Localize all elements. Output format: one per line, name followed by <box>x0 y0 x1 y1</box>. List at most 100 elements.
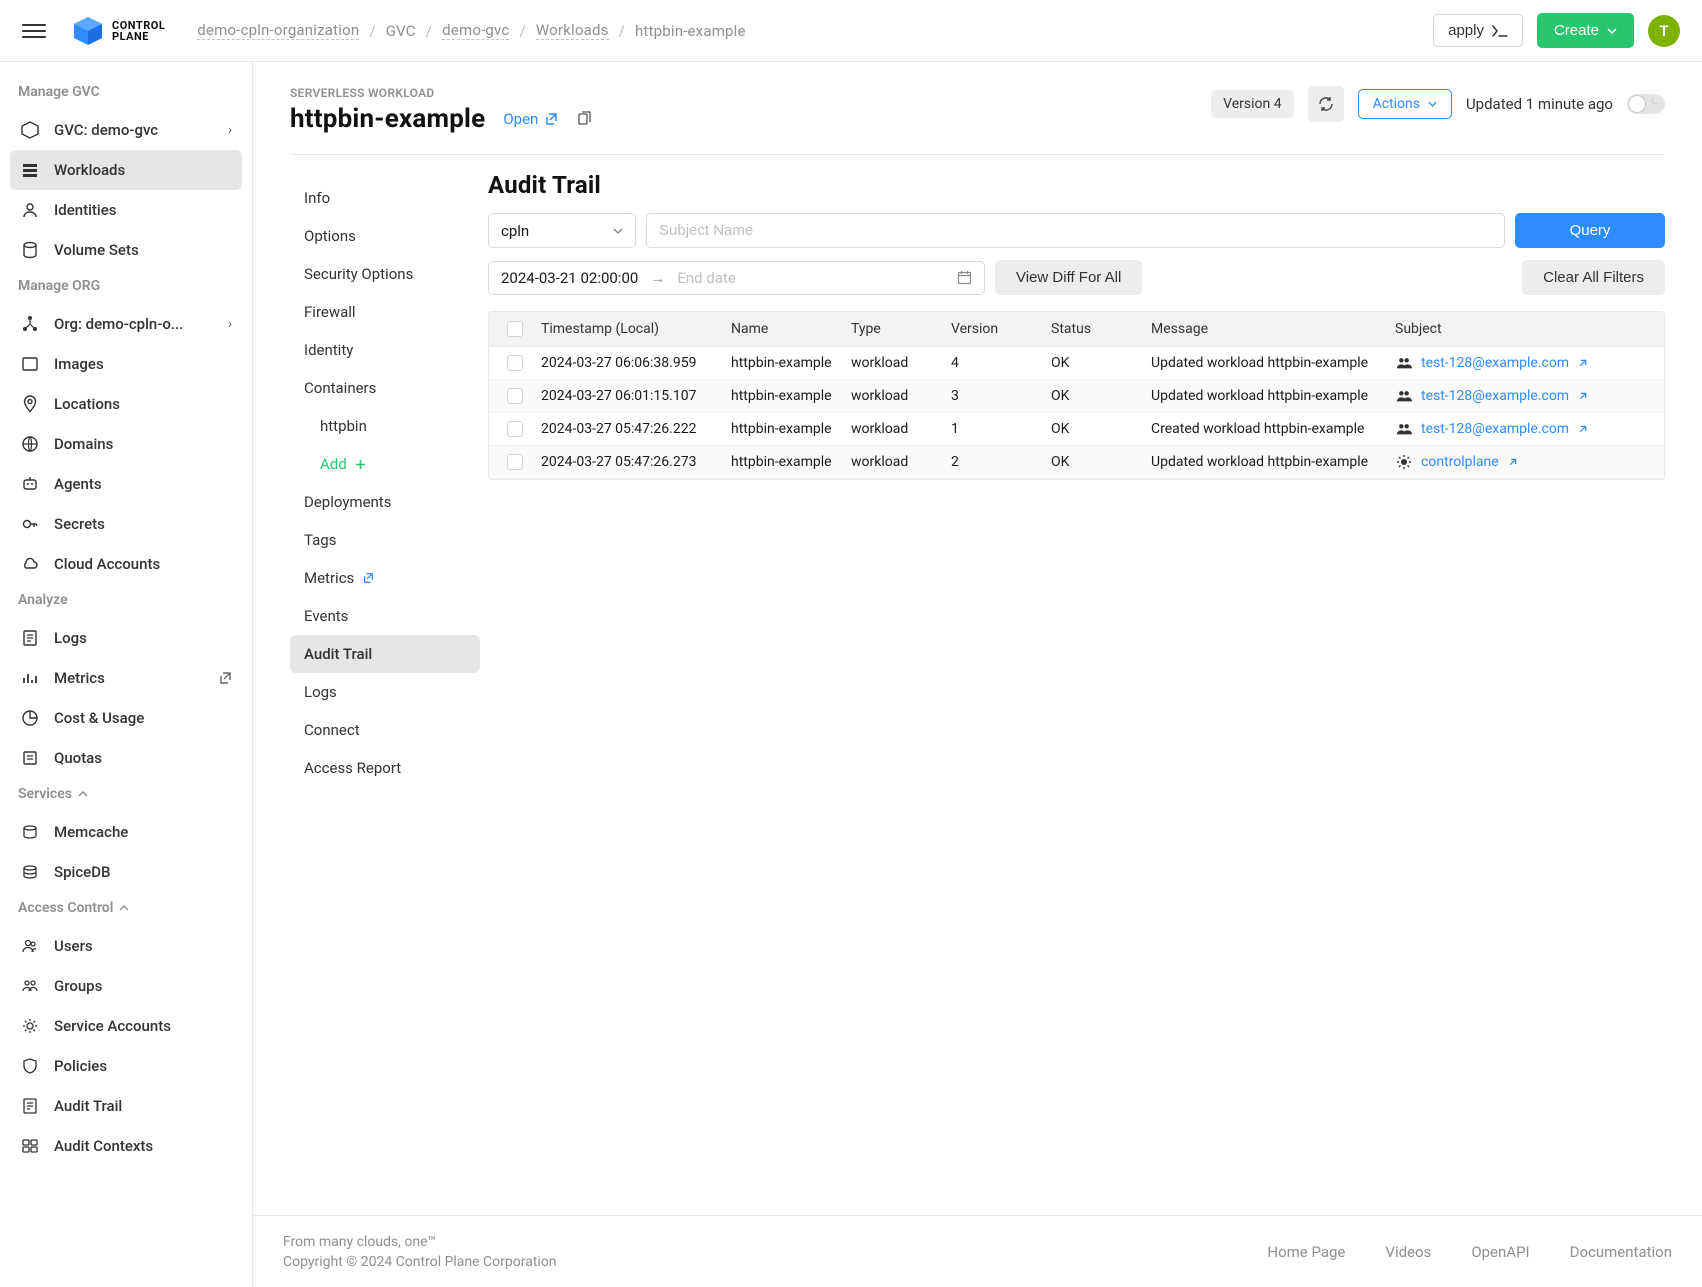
subject-link[interactable]: controlplane <box>1421 454 1499 470</box>
row-checkbox[interactable] <box>507 355 523 371</box>
sidebar-item-audit-trail[interactable]: Audit Trail <box>10 1086 242 1126</box>
footer-link-docs[interactable]: Documentation <box>1570 1243 1672 1261</box>
subject-link[interactable]: test-128@example.com <box>1421 355 1569 371</box>
col-subject[interactable]: Subject <box>1389 321 1652 337</box>
toggle-off-icon: ⏾ <box>1651 96 1659 107</box>
breadcrumb-workloads[interactable]: Workloads <box>536 21 609 40</box>
view-diff-button[interactable]: View Diff For All <box>995 260 1142 295</box>
row-checkbox[interactable] <box>507 388 523 404</box>
logo-text: CONTROL PLANE <box>112 20 165 42</box>
external-link-icon[interactable] <box>1577 358 1588 369</box>
logo[interactable]: CONTROL PLANE <box>72 15 165 47</box>
col-type[interactable]: Type <box>845 321 945 337</box>
col-version[interactable]: Version <box>945 321 1045 337</box>
subnav-events[interactable]: Events <box>290 597 480 635</box>
subnav-containers[interactable]: Containers <box>290 369 480 407</box>
create-button[interactable]: Create <box>1537 13 1634 48</box>
external-link-icon[interactable] <box>1507 457 1518 468</box>
subject-link[interactable]: test-128@example.com <box>1421 421 1569 437</box>
hamburger-icon[interactable] <box>22 19 46 43</box>
sidebar-section-services[interactable]: Services <box>10 778 242 812</box>
cell-name: httpbin-example <box>725 388 845 404</box>
subject-name-input[interactable] <box>646 213 1505 248</box>
sidebar-item-locations[interactable]: Locations <box>10 384 242 424</box>
subnav-logs[interactable]: Logs <box>290 673 480 711</box>
subnav-tags[interactable]: Tags <box>290 521 480 559</box>
row-checkbox[interactable] <box>507 421 523 437</box>
sidebar-item-cloud-accounts[interactable]: Cloud Accounts <box>10 544 242 584</box>
actions-button[interactable]: Actions <box>1358 89 1452 119</box>
sidebar-item-gvc[interactable]: GVC: demo-gvc › <box>10 110 242 150</box>
topbar: CONTROL PLANE demo-cpln-organization / G… <box>0 0 1702 62</box>
select-all-checkbox[interactable] <box>507 321 523 337</box>
sidebar-item-metrics[interactable]: Metrics <box>10 658 242 698</box>
subnav-add-container[interactable]: Add <box>290 445 480 483</box>
col-timestamp[interactable]: Timestamp (Local) <box>535 321 725 337</box>
sidebar-item-audit-contexts[interactable]: Audit Contexts <box>10 1126 242 1166</box>
col-status[interactable]: Status <box>1045 321 1145 337</box>
date-start-value: 2024-03-21 02:00:00 <box>501 269 638 287</box>
table-row[interactable]: 2024-03-27 05:47:26.273httpbin-examplewo… <box>489 446 1664 479</box>
sidebar-item-secrets[interactable]: Secrets <box>10 504 242 544</box>
sidebar-item-agents[interactable]: Agents <box>10 464 242 504</box>
subnav-access-report[interactable]: Access Report <box>290 749 480 787</box>
row-checkbox[interactable] <box>507 454 523 470</box>
sidebar-section-access-control[interactable]: Access Control <box>10 892 242 926</box>
subnav-connect[interactable]: Connect <box>290 711 480 749</box>
workloads-icon <box>20 160 40 180</box>
breadcrumb-sep: / <box>369 22 375 40</box>
subnav-deployments[interactable]: Deployments <box>290 483 480 521</box>
sidebar-item-domains[interactable]: Domains <box>10 424 242 464</box>
external-link-icon[interactable] <box>1577 391 1588 402</box>
sidebar-item-memcache[interactable]: Memcache <box>10 812 242 852</box>
footer-link-home[interactable]: Home Page <box>1267 1243 1345 1261</box>
sidebar-item-images[interactable]: Images <box>10 344 242 384</box>
sidebar-item-spicedb[interactable]: SpiceDB <box>10 852 242 892</box>
subnav-security-options[interactable]: Security Options <box>290 255 480 293</box>
images-icon <box>20 354 40 374</box>
breadcrumb-org[interactable]: demo-cpln-organization <box>197 21 359 40</box>
sidebar-item-workloads[interactable]: Workloads <box>10 150 242 190</box>
cell-version: 3 <box>945 388 1045 404</box>
subnav-container-httpbin[interactable]: httpbin <box>290 407 480 445</box>
open-link[interactable]: Open <box>503 110 558 128</box>
table-row[interactable]: 2024-03-27 06:01:15.107httpbin-examplewo… <box>489 380 1664 413</box>
query-button[interactable]: Query <box>1515 213 1665 248</box>
sidebar-item-policies[interactable]: Policies <box>10 1046 242 1086</box>
external-link-icon[interactable] <box>1577 424 1588 435</box>
table-row[interactable]: 2024-03-27 06:06:38.959httpbin-examplewo… <box>489 347 1664 380</box>
breadcrumb-gvc[interactable]: demo-gvc <box>442 21 509 40</box>
clear-filters-button[interactable]: Clear All Filters <box>1522 260 1665 295</box>
context-select[interactable]: cpln <box>488 213 636 248</box>
subject-link[interactable]: test-128@example.com <box>1421 388 1569 404</box>
footer-link-openapi[interactable]: OpenAPI <box>1471 1243 1529 1261</box>
chevron-up-icon <box>78 791 88 797</box>
agents-icon <box>20 474 40 494</box>
sidebar-item-users[interactable]: Users <box>10 926 242 966</box>
subnav-options[interactable]: Options <box>290 217 480 255</box>
sidebar-item-volume-sets[interactable]: Volume Sets <box>10 230 242 270</box>
subnav-info[interactable]: Info <box>290 179 480 217</box>
table-row[interactable]: 2024-03-27 05:47:26.222httpbin-examplewo… <box>489 413 1664 446</box>
sidebar-item-org[interactable]: Org: demo-cpln-o... › <box>10 304 242 344</box>
sidebar-item-service-accounts[interactable]: Service Accounts <box>10 1006 242 1046</box>
sidebar-item-logs[interactable]: Logs <box>10 618 242 658</box>
col-message[interactable]: Message <box>1145 321 1389 337</box>
subnav-metrics[interactable]: Metrics <box>290 559 480 597</box>
refresh-button[interactable] <box>1308 86 1344 122</box>
subnav-audit-trail[interactable]: Audit Trail <box>290 635 480 673</box>
col-name[interactable]: Name <box>725 321 845 337</box>
date-range-picker[interactable]: 2024-03-21 02:00:00 → End date <box>488 261 985 295</box>
sidebar-item-groups[interactable]: Groups <box>10 966 242 1006</box>
avatar[interactable]: T <box>1648 15 1680 47</box>
sidebar-item-cost-usage[interactable]: Cost & Usage <box>10 698 242 738</box>
auto-refresh-toggle[interactable]: ⏾ <box>1627 94 1665 114</box>
sidebar-item-quotas[interactable]: Quotas <box>10 738 242 778</box>
subnav-identity[interactable]: Identity <box>290 331 480 369</box>
logo-mark-icon <box>72 15 104 47</box>
sidebar-item-identities[interactable]: Identities <box>10 190 242 230</box>
subnav-firewall[interactable]: Firewall <box>290 293 480 331</box>
apply-button[interactable]: apply <box>1433 14 1523 47</box>
copy-icon[interactable] <box>576 111 592 127</box>
footer-link-videos[interactable]: Videos <box>1385 1243 1431 1261</box>
